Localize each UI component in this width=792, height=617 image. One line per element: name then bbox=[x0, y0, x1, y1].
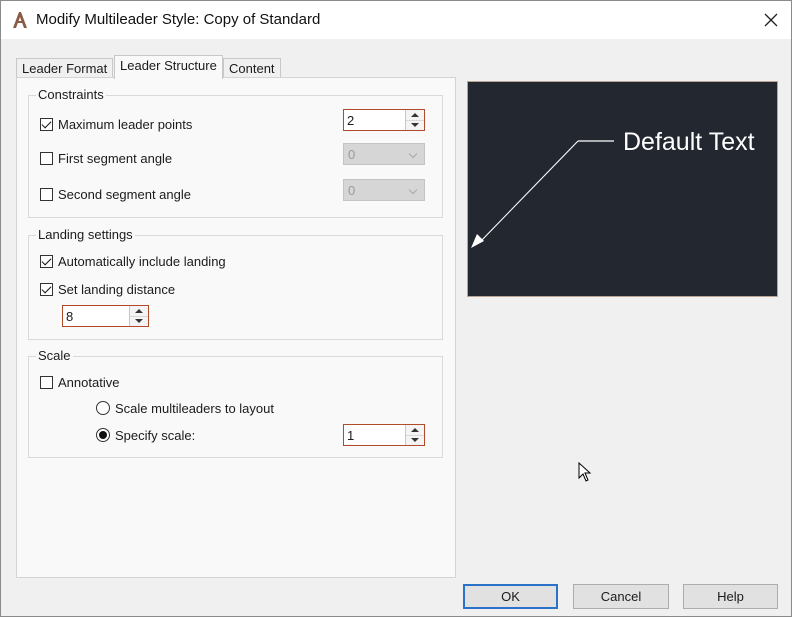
checkbox-box[interactable] bbox=[40, 282, 53, 296]
annotative-label: Annotative bbox=[58, 374, 120, 390]
landing-settings-group: Landing settings Automatically include l… bbox=[28, 227, 443, 340]
scale-to-layout-radio[interactable]: Scale multileaders to layout bbox=[96, 399, 274, 417]
second-segment-angle-value: 0 bbox=[348, 183, 356, 198]
constraints-title: Constraints bbox=[36, 87, 106, 102]
radio-circle[interactable] bbox=[96, 428, 110, 442]
specify-scale-radio[interactable]: Specify scale: bbox=[96, 426, 195, 444]
ok-button[interactable]: OK bbox=[463, 584, 558, 609]
second-segment-angle-checkbox[interactable]: Second segment angle bbox=[40, 185, 191, 203]
checkbox-box[interactable] bbox=[40, 187, 53, 201]
landing-settings-title: Landing settings bbox=[36, 227, 135, 242]
set-landing-distance-checkbox[interactable]: Set landing distance bbox=[40, 280, 175, 298]
help-button[interactable]: Help bbox=[683, 584, 778, 609]
preview-default-text: Default Text bbox=[623, 128, 755, 156]
specify-scale-label: Specify scale: bbox=[115, 427, 196, 443]
second-segment-angle-dropdown: 0 bbox=[343, 179, 425, 201]
close-button[interactable] bbox=[753, 7, 789, 33]
arrow-down-icon bbox=[411, 123, 419, 127]
preview-area: Default Text bbox=[467, 81, 778, 297]
constraints-group: Constraints Maximum leader points 2 Firs… bbox=[28, 87, 443, 218]
checkbox-box[interactable] bbox=[40, 117, 53, 131]
stepper-down-button[interactable] bbox=[406, 120, 424, 130]
scale-title: Scale bbox=[36, 348, 73, 363]
stepper-arrows bbox=[405, 425, 424, 445]
mouse-pointer-icon bbox=[578, 462, 592, 482]
radio-circle[interactable] bbox=[96, 401, 110, 415]
tab-leader-structure[interactable]: Leader Structure bbox=[114, 55, 223, 79]
annotative-checkbox[interactable]: Annotative bbox=[40, 373, 119, 391]
autocad-a-icon bbox=[13, 12, 27, 28]
first-segment-angle-label: First segment angle bbox=[58, 150, 173, 166]
chevron-down-icon bbox=[408, 185, 418, 195]
checkbox-box[interactable] bbox=[40, 254, 53, 268]
landing-distance-value[interactable]: 8 bbox=[66, 309, 73, 324]
arrow-up-icon bbox=[135, 309, 143, 313]
arrow-down-icon bbox=[135, 319, 143, 323]
scale-group: Scale Annotative Scale multileaders to l… bbox=[28, 348, 443, 458]
dialog-window: Modify Multileader Style: Copy of Standa… bbox=[0, 0, 792, 617]
set-landing-distance-label: Set landing distance bbox=[58, 281, 176, 297]
first-segment-angle-checkbox[interactable]: First segment angle bbox=[40, 149, 172, 167]
leader-line bbox=[479, 140, 579, 243]
max-leader-points-value[interactable]: 2 bbox=[347, 113, 354, 128]
arrowhead-icon bbox=[471, 234, 484, 248]
stepper-arrows bbox=[129, 306, 148, 326]
first-segment-angle-value: 0 bbox=[348, 147, 356, 162]
leader-preview-graphic: Default Text bbox=[471, 128, 755, 248]
max-leader-points-label: Maximum leader points bbox=[58, 116, 193, 132]
tab-content[interactable]: Content bbox=[223, 58, 281, 79]
max-leader-points-checkbox[interactable]: Maximum leader points bbox=[40, 115, 192, 133]
specify-scale-value[interactable]: 1 bbox=[347, 428, 354, 443]
title-bar: Modify Multileader Style: Copy of Standa… bbox=[1, 1, 791, 39]
tab-panel: Constraints Maximum leader points 2 Firs… bbox=[16, 77, 456, 578]
close-icon bbox=[764, 13, 778, 27]
stepper-down-button[interactable] bbox=[406, 435, 424, 445]
tab-leader-format[interactable]: Leader Format bbox=[16, 58, 114, 79]
arrow-down-icon bbox=[411, 438, 419, 442]
stepper-arrows bbox=[405, 110, 424, 130]
chevron-down-icon bbox=[408, 149, 418, 159]
landing-distance-stepper[interactable]: 8 bbox=[62, 305, 149, 327]
auto-include-landing-checkbox[interactable]: Automatically include landing bbox=[40, 252, 226, 270]
specify-scale-stepper[interactable]: 1 bbox=[343, 424, 425, 446]
second-segment-angle-label: Second segment angle bbox=[58, 186, 191, 202]
max-leader-points-stepper[interactable]: 2 bbox=[343, 109, 425, 131]
cancel-button[interactable]: Cancel bbox=[573, 584, 669, 609]
arrow-up-icon bbox=[411, 428, 419, 432]
auto-include-landing-label: Automatically include landing bbox=[58, 253, 226, 269]
first-segment-angle-dropdown: 0 bbox=[343, 143, 425, 165]
scale-to-layout-label: Scale multileaders to layout bbox=[115, 400, 274, 416]
window-title: Modify Multileader Style: Copy of Standa… bbox=[36, 11, 321, 28]
stepper-down-button[interactable] bbox=[130, 316, 148, 326]
checkbox-box[interactable] bbox=[40, 151, 53, 165]
checkbox-box[interactable] bbox=[40, 375, 53, 389]
arrow-up-icon bbox=[411, 113, 419, 117]
